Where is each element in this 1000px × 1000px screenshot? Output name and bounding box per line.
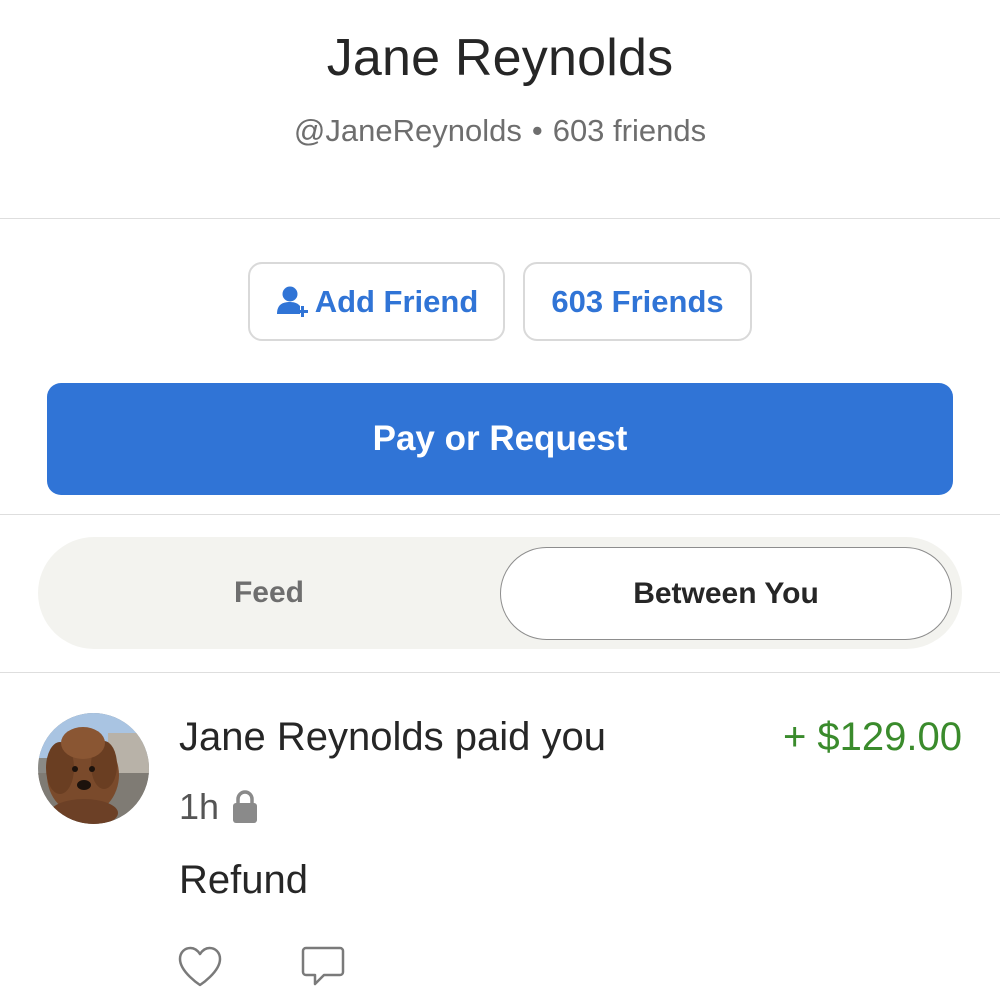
transaction-amount: + $129.00 [782, 715, 962, 759]
heart-icon[interactable] [177, 944, 223, 990]
friends-button[interactable]: 603 Friends [523, 262, 752, 341]
tab-between-you-label: Between You [633, 576, 819, 610]
profile-username: @JaneReynolds [293, 113, 522, 148]
divider [0, 218, 1000, 219]
meta-separator: • [531, 113, 543, 148]
transaction-title: Jane Reynolds paid you [179, 715, 606, 760]
comment-icon[interactable] [300, 944, 346, 990]
profile-name: Jane Reynolds [326, 29, 674, 87]
pay-or-request-button[interactable]: Pay or Request [47, 383, 953, 495]
profile-meta: @JaneReynolds • 603 friends [0, 113, 1000, 149]
tab-between-you[interactable]: Between You [500, 547, 952, 640]
add-friend-label: Add Friend [314, 283, 479, 319]
divider [0, 672, 1000, 673]
transaction-note: Refund [179, 858, 308, 902]
avatar-image [38, 713, 149, 824]
feed-tabs: Feed Between You [38, 537, 962, 649]
tab-feed-label: Feed [233, 576, 305, 609]
profile-friends-count: 603 friends [552, 113, 707, 148]
transaction-action: paid you [454, 715, 606, 759]
friends-button-label: 603 Friends [551, 283, 724, 319]
transaction-meta: 1h [179, 786, 259, 828]
add-friend-icon [276, 286, 308, 317]
lock-icon [233, 790, 258, 823]
profile-page: Jane Reynolds @JaneReynolds • 603 friends … [0, 0, 1000, 1000]
add-friend-button[interactable]: Add Friend [248, 262, 505, 341]
avatar[interactable] [38, 713, 149, 824]
pay-or-request-label: Pay or Request [372, 419, 628, 458]
divider [0, 514, 1000, 515]
transaction-actor[interactable]: Jane Reynolds [179, 715, 444, 759]
transaction-time: 1h [179, 786, 220, 827]
tab-feed[interactable]: Feed [38, 537, 500, 649]
